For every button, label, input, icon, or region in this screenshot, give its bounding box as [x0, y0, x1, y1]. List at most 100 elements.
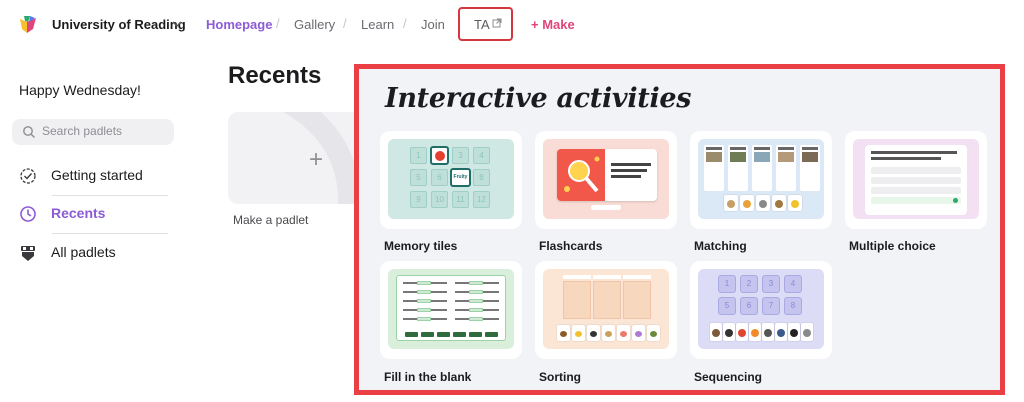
item-icon	[635, 331, 642, 337]
org-name[interactable]: University of Reading	[52, 17, 186, 32]
activity-label[interactable]: Flashcards	[539, 239, 602, 253]
apple-icon	[435, 151, 445, 161]
text-line	[611, 175, 641, 178]
activity-card-fill-in-the-blank[interactable]	[380, 261, 522, 359]
animal-icon	[775, 200, 783, 208]
activity-label[interactable]: Sorting	[539, 370, 581, 384]
sequence-card	[775, 323, 787, 341]
sorting-column	[563, 281, 591, 319]
make-padlet-label[interactable]: Make a padlet	[233, 213, 308, 227]
sequence-card	[723, 323, 735, 341]
external-link-icon	[492, 18, 502, 28]
blank	[417, 281, 431, 285]
activity-label[interactable]: Memory tiles	[384, 239, 457, 253]
answer-option-correct	[871, 197, 961, 204]
activity-card-sorting[interactable]	[535, 261, 677, 359]
nav-ta[interactable]: TA	[474, 17, 490, 32]
memory-tile: 11	[452, 191, 469, 208]
sidebar-item-all-padlets[interactable]: All padlets	[19, 241, 179, 265]
column-header	[623, 275, 651, 279]
memory-tiles-thumbnail: 1 3 4 5 6 8 9 10 11 12 Fruity	[388, 139, 514, 219]
sidebar-item-recents[interactable]: Recents	[19, 202, 179, 226]
nav-separator: /	[276, 16, 280, 31]
answer-card	[740, 195, 754, 211]
animal-icon	[743, 200, 751, 208]
photo	[778, 152, 794, 162]
answer-card	[772, 195, 786, 211]
activity-label[interactable]: Matching	[694, 239, 747, 253]
matching-column	[728, 145, 748, 191]
activity-card-flashcards[interactable]	[535, 131, 677, 229]
item-card	[602, 325, 615, 341]
memory-tile: 9	[410, 191, 427, 208]
blank	[469, 299, 483, 303]
memory-tile: 5	[410, 169, 427, 186]
sequence-icon	[803, 329, 811, 337]
item-card	[572, 325, 585, 341]
sequence-slot: 4	[784, 275, 802, 293]
text-line	[706, 147, 722, 150]
make-padlet-card[interactable]: +	[228, 112, 368, 204]
activity-card-sequencing[interactable]: 1234 5678	[690, 261, 832, 359]
flashcard-pager	[591, 205, 621, 210]
flashcard	[557, 149, 657, 201]
activities-title: Interactive activities	[385, 83, 692, 114]
blank	[469, 281, 483, 285]
memory-tile: 4	[473, 147, 490, 164]
fill-in-the-blank-thumbnail	[388, 269, 514, 349]
word-chip	[405, 332, 418, 337]
make-button[interactable]: + Make	[531, 17, 575, 32]
padlet-stack-icon	[21, 246, 35, 261]
sequence-card	[788, 323, 800, 341]
sequence-card	[710, 323, 722, 341]
sequence-slot: 3	[762, 275, 780, 293]
nav-homepage[interactable]: Homepage	[206, 17, 272, 32]
sidebar-item-getting-started[interactable]: Getting started	[19, 164, 179, 188]
memory-tile: 12	[473, 191, 490, 208]
word-chip	[469, 332, 482, 337]
blank	[469, 308, 483, 312]
question-line	[871, 151, 957, 154]
sequence-slot: 6	[740, 297, 758, 315]
sequence-slot: 5	[718, 297, 736, 315]
text-line	[730, 147, 746, 150]
item-icon	[560, 331, 567, 337]
magnifier-icon	[564, 156, 600, 193]
nav-gallery[interactable]: Gallery	[294, 17, 335, 32]
interactive-activities-panel: Interactive activities 1 3 4 5 6 8 9 10 11 12 Frui…	[354, 64, 1005, 395]
activity-label[interactable]: Sequencing	[694, 370, 762, 384]
nav-separator: /	[343, 16, 347, 31]
clock-icon	[20, 206, 36, 222]
activity-label[interactable]: Fill in the blank	[384, 370, 471, 384]
word-chip	[485, 332, 498, 337]
item-icon	[575, 331, 582, 337]
text-line	[611, 163, 651, 166]
sidebar-item-label: Recents	[51, 205, 106, 221]
activity-label[interactable]: Multiple choice	[849, 239, 936, 253]
item-card	[617, 325, 630, 341]
matching-thumbnail	[698, 139, 824, 219]
item-card	[632, 325, 645, 341]
search-input[interactable]: Search padlets	[12, 119, 174, 145]
item-card	[587, 325, 600, 341]
photo	[730, 152, 746, 162]
sequence-slot: 8	[784, 297, 802, 315]
activity-card-memory-tiles[interactable]: 1 3 4 5 6 8 9 10 11 12 Fruity	[380, 131, 522, 229]
matching-column	[800, 145, 820, 191]
activity-card-multiple-choice[interactable]	[845, 131, 987, 229]
animal-icon	[759, 200, 767, 208]
column-header	[593, 275, 621, 279]
padlet-logo-icon[interactable]	[18, 15, 38, 35]
chevron-down-icon[interactable]	[172, 19, 182, 29]
activity-card-matching[interactable]	[690, 131, 832, 229]
answer-option	[871, 167, 961, 174]
text-line	[778, 147, 794, 150]
nav-join[interactable]: Join	[421, 17, 445, 32]
sorting-column	[593, 281, 621, 319]
sequence-slot: 2	[740, 275, 758, 293]
sequence-icon	[725, 329, 733, 337]
memory-tile: 10	[431, 191, 448, 208]
flashcards-thumbnail	[543, 139, 669, 219]
answer-option	[871, 187, 961, 194]
nav-learn[interactable]: Learn	[361, 17, 394, 32]
